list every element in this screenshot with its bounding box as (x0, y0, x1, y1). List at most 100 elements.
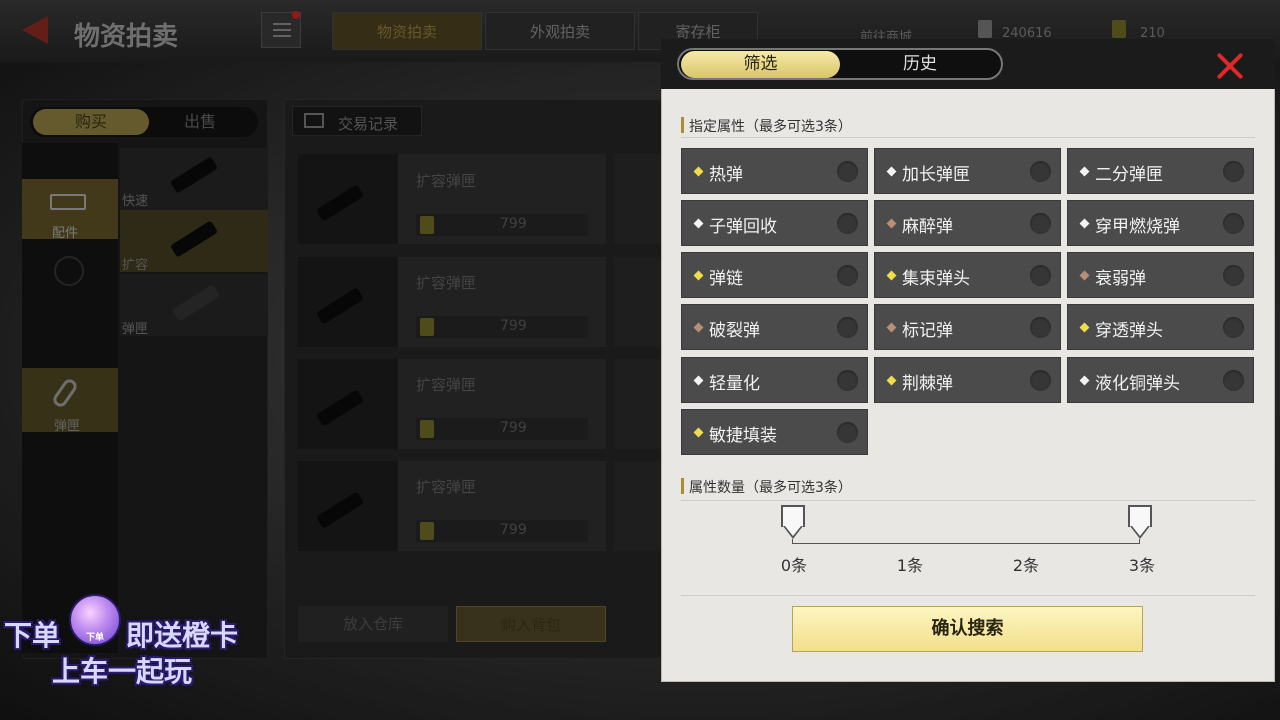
attribute-option-label: 轻量化 (709, 374, 760, 394)
quality-diamond-icon (1079, 218, 1090, 229)
option-radio[interactable] (1030, 265, 1051, 286)
count-slider-track[interactable] (792, 539, 1140, 544)
sub-item-label: 快速 (122, 194, 149, 209)
option-radio[interactable] (837, 213, 858, 234)
option-radio[interactable] (837, 317, 858, 338)
attribute-option[interactable]: 标记弹 (874, 304, 1061, 350)
back-arrow-icon[interactable] (22, 16, 48, 44)
attribute-option[interactable]: 轻量化 (681, 357, 868, 403)
listing-name: 扩容弹匣 (416, 376, 477, 394)
option-radio[interactable] (1030, 213, 1051, 234)
attribute-option[interactable]: 弹链 (681, 252, 868, 298)
listing-name: 扩容弹匣 (416, 478, 477, 496)
slider-tick: 1条 (896, 556, 924, 575)
attribute-option[interactable]: 子弹回收 (681, 200, 868, 246)
option-radio[interactable] (837, 161, 858, 182)
slider-tick: 0条 (780, 556, 808, 575)
attribute-option-label: 子弹回收 (709, 217, 777, 237)
option-radio[interactable] (1223, 161, 1244, 182)
option-radio[interactable] (1030, 370, 1051, 391)
section-marker (681, 478, 684, 494)
attribute-option[interactable]: 二分弹匣 (1067, 148, 1254, 194)
attribute-option[interactable]: 穿甲燃烧弹 (1067, 200, 1254, 246)
buy-tab[interactable]: 购买 (33, 109, 149, 135)
confirm-search-button[interactable]: 确认搜索 (792, 606, 1143, 652)
slider-max-handle[interactable] (1128, 505, 1152, 541)
quality-diamond-icon (693, 375, 704, 386)
listing-price: 799 (500, 216, 527, 232)
attribute-option-label: 二分弹匣 (1095, 165, 1163, 185)
section-divider (681, 500, 1255, 501)
category-magazine-label: 弹匣 (54, 419, 81, 434)
listing-price: 799 (500, 318, 527, 334)
option-radio[interactable] (837, 370, 858, 391)
put-in-warehouse-button[interactable]: 放入仓库 (298, 606, 448, 642)
currency-icon (978, 20, 992, 38)
quality-diamond-icon (886, 375, 897, 386)
quality-diamond-icon (886, 322, 897, 333)
option-radio[interactable] (1223, 265, 1244, 286)
attribute-option-label: 标记弹 (902, 321, 953, 341)
option-radio[interactable] (1223, 370, 1244, 391)
attribute-option-label: 弹链 (709, 269, 743, 289)
close-icon[interactable] (1216, 52, 1244, 80)
gold-icon (420, 522, 434, 540)
promo-text-join: 上车一起玩 (52, 655, 193, 688)
tab-filter[interactable]: 筛选 (681, 51, 840, 78)
option-radio[interactable] (1223, 317, 1244, 338)
listing-card[interactable] (614, 154, 662, 244)
attribute-option[interactable]: 穿透弹头 (1067, 304, 1254, 350)
option-radio[interactable] (1223, 213, 1244, 234)
tab-skin-auction[interactable]: 外观拍卖 (485, 12, 635, 50)
option-radio[interactable] (837, 422, 858, 443)
attribute-option[interactable]: 集束弹头 (874, 252, 1061, 298)
quality-diamond-icon (886, 218, 897, 229)
attribute-option[interactable]: 破裂弹 (681, 304, 868, 350)
quality-diamond-icon (1079, 270, 1090, 281)
gold-icon (420, 216, 434, 234)
attribute-option[interactable]: 荆棘弹 (874, 357, 1061, 403)
listing-card[interactable] (614, 257, 662, 347)
tab-history[interactable]: 历史 (841, 51, 999, 78)
listing-price: 799 (500, 522, 527, 538)
quality-diamond-icon (1079, 166, 1090, 177)
sub-item-label: 弹匣 (122, 322, 149, 337)
attribute-option-label: 热弹 (709, 165, 743, 185)
attribute-option-label: 穿甲燃烧弹 (1095, 217, 1180, 237)
section-title-attributes: 指定属性（最多可选3条） (689, 119, 852, 135)
listing-name: 扩容弹匣 (416, 172, 477, 190)
quality-diamond-icon (886, 270, 897, 281)
gold-icon (420, 318, 434, 336)
quality-diamond-icon (693, 166, 704, 177)
listing-card[interactable] (614, 461, 662, 551)
buy-to-backpack-button[interactable]: 购入背包 (456, 606, 606, 642)
slider-tick: 3条 (1128, 556, 1156, 575)
attribute-option-label: 敏捷填装 (709, 426, 777, 446)
attribute-option-label: 穿透弹头 (1095, 321, 1163, 341)
section-divider (681, 137, 1255, 138)
promo-text-order: 下单 (4, 619, 61, 652)
section-marker (681, 117, 684, 133)
option-radio[interactable] (1030, 317, 1051, 338)
option-radio[interactable] (837, 265, 858, 286)
trade-record-icon (304, 113, 324, 128)
attribute-option[interactable]: 液化铜弹头 (1067, 357, 1254, 403)
sell-tab[interactable]: 出售 (160, 109, 240, 135)
trade-record-label: 交易记录 (338, 115, 399, 133)
attribute-option-label: 加长弹匣 (902, 165, 970, 185)
slider-min-handle[interactable] (781, 505, 805, 541)
listing-card[interactable] (614, 359, 662, 449)
quality-diamond-icon (693, 427, 704, 438)
tab-supply-auction[interactable]: 物资拍卖 (332, 12, 482, 50)
section-title-count: 属性数量（最多可选3条） (689, 480, 852, 496)
attribute-option[interactable]: 衰弱弹 (1067, 252, 1254, 298)
attribute-option[interactable]: 敏捷填装 (681, 409, 868, 455)
attribute-option[interactable]: 麻醉弹 (874, 200, 1061, 246)
quality-diamond-icon (693, 218, 704, 229)
attribute-option[interactable]: 热弹 (681, 148, 868, 194)
quality-diamond-icon (1079, 322, 1090, 333)
option-radio[interactable] (1030, 161, 1051, 182)
promo-text-gift: 即送橙卡 (126, 619, 239, 652)
attribute-option-label: 麻醉弹 (902, 217, 953, 237)
attribute-option[interactable]: 加长弹匣 (874, 148, 1061, 194)
